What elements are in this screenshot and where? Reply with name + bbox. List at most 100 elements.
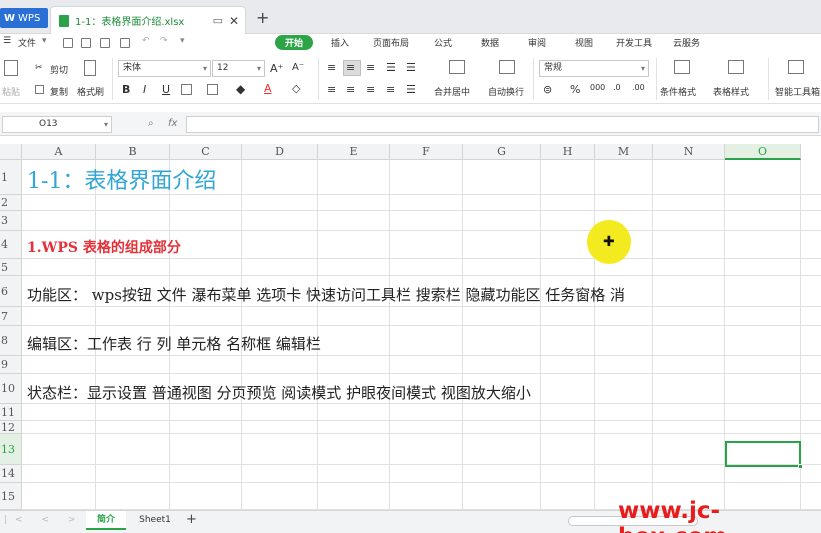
row-header-5[interactable]: 5	[0, 259, 22, 276]
percent-button[interactable]: %	[570, 83, 580, 96]
add-sheet-button[interactable]: +	[186, 512, 197, 527]
select-all-corner[interactable]	[0, 144, 22, 160]
bold-button[interactable]: B	[122, 83, 130, 96]
font-color-icon[interactable]: A	[264, 82, 272, 95]
font-name-select[interactable]: 宋体 ▾	[118, 60, 211, 77]
increase-decimal-icon[interactable]: .0	[613, 83, 621, 92]
tab-data[interactable]: 数据	[481, 36, 499, 49]
sheet-tab-sheet1[interactable]: Sheet1	[130, 511, 180, 530]
file-menu[interactable]: 文件	[18, 36, 36, 49]
thousands-icon[interactable]: 000	[590, 83, 605, 92]
formula-input[interactable]	[186, 116, 819, 133]
fill-handle[interactable]	[798, 464, 803, 469]
row-header-9[interactable]: 9	[0, 356, 22, 374]
scissors-icon[interactable]: ✂	[35, 63, 43, 73]
increase-font-icon[interactable]: A⁺	[270, 62, 283, 75]
redo-icon[interactable]: ↷	[160, 36, 168, 46]
underline-button[interactable]: U	[162, 83, 170, 96]
undo-icon[interactable]: ↶	[142, 36, 150, 46]
row-header-14[interactable]: 14	[0, 465, 22, 483]
new-file-icon[interactable]	[63, 38, 73, 48]
wps-home-tab[interactable]: W WPS	[0, 8, 48, 28]
justify-icon[interactable]: ≡	[386, 83, 395, 96]
align-top-icon[interactable]: ≡	[327, 61, 336, 74]
table-style-icon[interactable]	[728, 60, 744, 74]
conditional-format-icon[interactable]	[674, 60, 690, 74]
indent-icon[interactable]: ☰	[406, 61, 416, 74]
conditional-format-button[interactable]: 条件格式	[660, 85, 696, 98]
column-header-d[interactable]: D	[242, 144, 318, 160]
name-box[interactable]: O13 ▾	[2, 116, 112, 133]
font-size-select[interactable]: 12 ▾	[212, 60, 265, 77]
row-header-3[interactable]: 3	[0, 211, 22, 231]
print-icon[interactable]	[120, 38, 130, 48]
save-icon[interactable]	[100, 38, 110, 48]
align-middle-icon[interactable]: ≡	[346, 61, 355, 74]
row-header-15[interactable]: 15	[0, 483, 22, 510]
tab-formula[interactable]: 公式	[434, 36, 452, 49]
row-header-1[interactable]: 1	[0, 160, 22, 195]
merge-center-icon[interactable]	[449, 60, 465, 74]
cut-button[interactable]: 剪切	[50, 63, 68, 76]
clear-format-icon[interactable]: ◇	[292, 82, 300, 95]
paste-icon[interactable]	[4, 60, 18, 76]
column-header-h[interactable]: H	[541, 144, 595, 160]
row-header-4[interactable]: 4	[0, 231, 22, 259]
column-header-m[interactable]: M	[595, 144, 653, 160]
active-cell-o13[interactable]	[725, 441, 803, 469]
fx-button[interactable]: fx	[168, 118, 177, 129]
tab-cloud[interactable]: 云服务	[673, 36, 700, 49]
open-folder-icon[interactable]	[81, 38, 91, 48]
format-painter-button[interactable]: 格式刷	[77, 85, 104, 98]
sheet-tab-intro[interactable]: 简介	[86, 511, 126, 530]
close-icon[interactable]: ✕	[229, 14, 239, 28]
tab-view[interactable]: 视图	[575, 36, 593, 49]
row-header-2[interactable]: 2	[0, 195, 22, 211]
column-header-c[interactable]: C	[170, 144, 242, 160]
spreadsheet-grid[interactable]: ABCDEFGHMNO 1 2 3 4 5 6 7 8 9 10 11 12 13 14 15 1-1：表格…	[0, 136, 821, 510]
border-icon[interactable]	[181, 84, 192, 95]
number-format-select[interactable]: 常规 ▾	[539, 60, 649, 77]
column-header-g[interactable]: G	[463, 144, 541, 160]
align-center-icon[interactable]: ≡	[346, 83, 355, 96]
column-header-e[interactable]: E	[318, 144, 390, 160]
hamburger-icon[interactable]: ☰	[3, 36, 11, 46]
decrease-decimal-icon[interactable]: .00	[632, 83, 645, 92]
tab-start[interactable]: 开始	[275, 35, 314, 50]
currency-icon[interactable]: ⊜	[543, 83, 552, 96]
row-header-8[interactable]: 8	[0, 326, 22, 356]
column-header-b[interactable]: B	[96, 144, 170, 160]
align-bottom-icon[interactable]: ≡	[366, 61, 375, 74]
row-header-7[interactable]: 7	[0, 307, 22, 326]
distribute-icon[interactable]: ☰	[406, 83, 416, 96]
window-icon[interactable]: ▭	[213, 14, 223, 27]
wrap-text-button[interactable]: 自动换行	[488, 85, 524, 98]
row-header-13[interactable]: 13	[0, 434, 22, 465]
column-header-f[interactable]: F	[390, 144, 463, 160]
orientation-icon[interactable]: ☰	[386, 61, 396, 74]
fill-color-icon[interactable]: ◆	[236, 82, 245, 96]
decrease-font-icon[interactable]: A⁻	[292, 62, 304, 73]
copy-icon[interactable]	[35, 85, 44, 94]
column-header-o[interactable]: O	[725, 144, 801, 160]
row-header-12[interactable]: 12	[0, 421, 22, 434]
table-style-button[interactable]: 表格样式	[713, 85, 749, 98]
column-header-a[interactable]: A	[22, 144, 96, 160]
customize-icon[interactable]: ▾	[180, 36, 185, 46]
copy-button[interactable]: 复制	[50, 85, 68, 98]
chevron-down-icon[interactable]: ▾	[42, 36, 47, 46]
row-header-6[interactable]: 6	[0, 276, 22, 307]
column-header-n[interactable]: N	[653, 144, 725, 160]
format-painter-icon[interactable]	[84, 60, 96, 76]
zoom-search-icon[interactable]: ⌕	[148, 118, 154, 129]
tab-page-layout[interactable]: 页面布局	[373, 36, 409, 49]
document-tab[interactable]: 1-1：表格界面介绍.xlsx ▭ ✕	[50, 6, 246, 34]
smart-toolbox-button[interactable]: 智能工具箱	[775, 85, 820, 98]
tab-review[interactable]: 审阅	[528, 36, 546, 49]
toolbox-icon[interactable]	[788, 60, 804, 74]
tab-insert[interactable]: 插入	[331, 36, 349, 49]
align-right-icon[interactable]: ≡	[366, 83, 375, 96]
tab-developer[interactable]: 开发工具	[616, 36, 652, 49]
merge-center-button[interactable]: 合并居中	[434, 85, 470, 98]
merge-icon[interactable]	[207, 84, 218, 95]
